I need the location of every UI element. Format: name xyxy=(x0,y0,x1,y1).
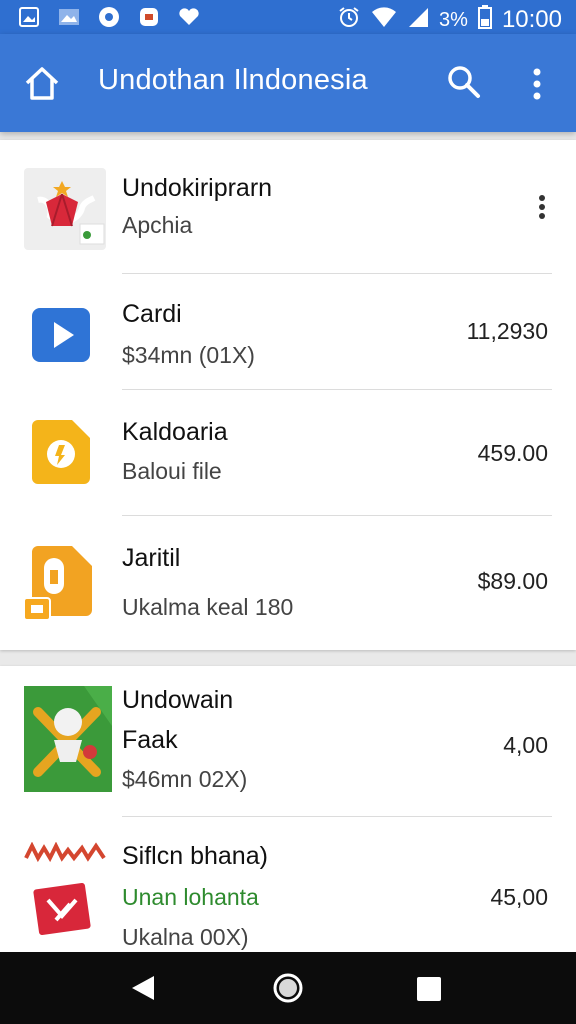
green-map-icon xyxy=(24,686,112,797)
item-title: Undowain xyxy=(122,686,234,714)
item-subtitle: Baloui file xyxy=(122,458,222,484)
list-item[interactable]: Jaritil Ukalma keal 180 $89.00 xyxy=(0,516,576,650)
home-nav-icon[interactable] xyxy=(272,972,304,1009)
battery-icon xyxy=(477,5,492,35)
signal-icon xyxy=(407,6,429,34)
list-item[interactable]: Undokiriprarn Apchia xyxy=(0,140,576,274)
item-subtitle: $46mn 02X) xyxy=(122,766,248,792)
gallery-icon xyxy=(18,6,40,28)
item-subtitle: $34mn (01X) xyxy=(122,342,255,368)
item-title: Jaritil xyxy=(122,544,181,572)
more-vert-icon[interactable] xyxy=(522,64,552,104)
yellow-doc-icon xyxy=(32,420,90,489)
image-icon xyxy=(58,6,80,28)
battery-percent: 3% xyxy=(439,8,468,31)
shield-icon xyxy=(138,6,160,28)
list-item[interactable]: Undowain Faak $46mn 02X) 4,00 xyxy=(0,666,576,817)
list-item[interactable]: Cardi $34mn (01X) 11,2930 xyxy=(0,274,576,390)
item-price: 459.00 xyxy=(477,440,548,466)
circle-app-icon xyxy=(98,6,120,28)
list-card-2: Undowain Faak $46mn 02X) 4,00 Siflcn bha… xyxy=(0,666,576,956)
item-subtitle: Ukalma keal 180 xyxy=(122,594,294,620)
item-title: Siflcn bhana) xyxy=(122,842,268,870)
item-price: 4,00 xyxy=(503,732,548,758)
list-item[interactable]: Kaldoaria Baloui file 459.00 xyxy=(0,390,576,516)
item-line2: Unan lohanta xyxy=(122,884,259,910)
item-subtitle: Ukalna 00X) xyxy=(122,924,249,950)
red-tag-icon xyxy=(22,841,108,947)
item-line2: Faak xyxy=(122,726,178,754)
item-price: 11,2930 xyxy=(466,318,548,344)
recent-apps-icon[interactable] xyxy=(416,976,442,1007)
item-subtitle: Apchia xyxy=(122,212,193,238)
orange-file-icon xyxy=(23,546,92,627)
back-icon[interactable] xyxy=(130,974,156,1007)
search-icon[interactable] xyxy=(446,64,482,100)
blue-play-icon xyxy=(32,308,90,367)
navigation-bar xyxy=(0,952,576,1024)
list-item[interactable]: Siflcn bhana) Unan lohanta Ukalna 00X) 4… xyxy=(0,816,576,956)
item-price: 45,00 xyxy=(490,884,548,910)
item-price: $89.00 xyxy=(477,568,548,594)
page-title: Undothan Ilndonesia xyxy=(98,64,368,96)
list-card-1: Undokiriprarn Apchia Cardi $34mn (01X) 1… xyxy=(0,140,576,650)
heart-icon xyxy=(178,6,200,28)
item-more-icon[interactable] xyxy=(536,194,548,228)
item-title: Kaldoaria xyxy=(122,418,228,446)
app-bar: Undothan Ilndonesia xyxy=(0,34,576,132)
item-title: Cardi xyxy=(122,300,182,328)
status-bar: 3% 10:00 xyxy=(0,0,576,34)
clock: 10:00 xyxy=(501,6,562,33)
wifi-icon xyxy=(371,6,397,34)
alarm-icon xyxy=(337,5,361,35)
home-icon[interactable] xyxy=(22,64,62,104)
red-shield-app-icon xyxy=(24,168,106,255)
item-title: Undokiriprarn xyxy=(122,174,273,202)
